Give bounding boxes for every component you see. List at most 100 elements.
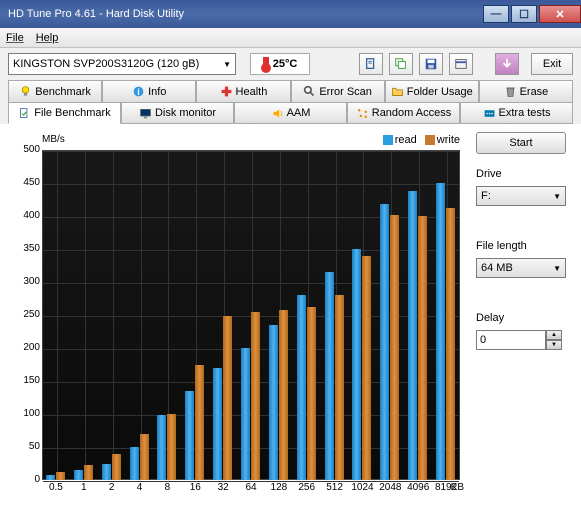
y-tick: 150 (10, 375, 40, 386)
tab-folder-usage[interactable]: Folder Usage (385, 80, 479, 102)
y-tick: 200 (10, 342, 40, 353)
screenshot-button[interactable] (389, 53, 413, 75)
x-tick: 256 (295, 482, 319, 493)
bar-read (241, 348, 250, 480)
file-length-select[interactable]: 64 MB▼ (476, 258, 566, 278)
thermometer-icon (263, 57, 269, 71)
spin-down-icon[interactable]: ▼ (546, 340, 562, 350)
download-button[interactable] (495, 53, 519, 75)
bar-read (74, 470, 83, 480)
content-area: MB/s read write KB 050100150200250300350… (0, 124, 581, 514)
tab-error-scan[interactable]: Error Scan (291, 80, 385, 102)
bar-write (335, 295, 344, 480)
chevron-down-icon: ▼ (223, 60, 231, 69)
y-tick: 0 (10, 474, 40, 485)
tab-benchmark[interactable]: Benchmark (8, 80, 102, 102)
download-arrow-icon (500, 57, 514, 71)
bar-write (56, 472, 65, 480)
x-tick: 128 (267, 482, 291, 493)
bulb-icon (19, 85, 32, 98)
chart-legend: read write (383, 134, 460, 146)
legend-write-swatch (425, 135, 435, 145)
menu-file[interactable]: File (6, 32, 24, 44)
bar-write (390, 215, 399, 480)
copy-icon (394, 57, 408, 71)
bar-read (325, 272, 334, 480)
bar-write (195, 365, 204, 481)
bar-read (102, 464, 111, 481)
x-tick: 4096 (406, 482, 430, 493)
tab-file-benchmark[interactable]: File Benchmark (8, 102, 121, 124)
x-tick: 8192 (434, 482, 458, 493)
x-tick: 1024 (350, 482, 374, 493)
trash-icon (504, 85, 517, 98)
legend-write-label: write (437, 134, 460, 146)
drive-select[interactable]: KINGSTON SVP200S3120G (120 gB) ▼ (8, 53, 236, 75)
exit-button[interactable]: Exit (531, 53, 573, 75)
y-tick: 250 (10, 309, 40, 320)
bar-write (279, 310, 288, 480)
bar-write (446, 208, 455, 480)
y-tick: 300 (10, 276, 40, 287)
drive-select-value: KINGSTON SVP200S3120G (120 gB) (13, 58, 223, 70)
floppy-icon (424, 57, 438, 71)
close-button[interactable]: ✕ (539, 5, 581, 23)
bar-write (223, 316, 232, 480)
tab-health[interactable]: Health (196, 80, 290, 102)
y-tick: 100 (10, 408, 40, 419)
tab-erase[interactable]: Erase (479, 80, 573, 102)
bar-read (408, 191, 417, 480)
chevron-down-icon: ▼ (553, 264, 561, 273)
tab-extra-tests[interactable]: Extra tests (460, 102, 573, 124)
delay-spinner[interactable]: ▲▼ (476, 330, 566, 350)
x-tick: 512 (323, 482, 347, 493)
tab-disk-monitor[interactable]: Disk monitor (121, 102, 234, 124)
drive-label: Drive (476, 168, 566, 180)
temperature-display: 25°C (250, 53, 310, 75)
x-tick: 0.5 (44, 482, 68, 493)
minimize-button[interactable]: — (483, 5, 509, 23)
bar-write (112, 454, 121, 480)
file-length-label: File length (476, 240, 566, 252)
legend-read-swatch (383, 135, 393, 145)
tab-info[interactable]: iInfo (102, 80, 196, 102)
menu-bar: File Help (0, 28, 581, 48)
monitor-icon (139, 107, 152, 120)
info-icon: i (132, 85, 145, 98)
maximize-button[interactable]: ☐ (511, 5, 537, 23)
bar-write (418, 216, 427, 480)
bar-read (352, 249, 361, 480)
bar-read (213, 368, 222, 480)
x-tick: 8 (155, 482, 179, 493)
spin-up-icon[interactable]: ▲ (546, 330, 562, 340)
options-button[interactable] (449, 53, 473, 75)
start-button[interactable]: Start (476, 132, 566, 154)
folder-icon (391, 85, 404, 98)
x-tick: 32 (211, 482, 235, 493)
file-icon (18, 107, 31, 120)
delay-input[interactable] (476, 330, 546, 350)
speaker-icon (271, 107, 284, 120)
bar-read (46, 475, 55, 480)
x-tick: 1 (72, 482, 96, 493)
toolbar: KINGSTON SVP200S3120G (120 gB) ▼ 25°C Ex… (0, 48, 581, 80)
x-tick: 2048 (378, 482, 402, 493)
random-icon (356, 107, 369, 120)
drive-letter-select[interactable]: F:▼ (476, 186, 566, 206)
copy-info-button[interactable] (359, 53, 383, 75)
side-panel: Start Drive F:▼ File length 64 MB▼ Delay… (466, 132, 566, 506)
bar-write (251, 312, 260, 480)
y-tick: 400 (10, 210, 40, 221)
tabs-bottom-row: File BenchmarkDisk monitorAAMRandom Acce… (0, 102, 581, 124)
y-tick: 50 (10, 441, 40, 452)
menu-help[interactable]: Help (36, 32, 59, 44)
bar-write (167, 414, 176, 480)
tab-aam[interactable]: AAM (234, 102, 347, 124)
temperature-value: 25°C (273, 58, 298, 70)
y-tick: 450 (10, 177, 40, 188)
delay-label: Delay (476, 312, 566, 324)
document-icon (364, 57, 378, 71)
tabs-top-row: BenchmarkiInfoHealthError ScanFolder Usa… (0, 80, 581, 102)
tab-random-access[interactable]: Random Access (347, 102, 460, 124)
save-button[interactable] (419, 53, 443, 75)
